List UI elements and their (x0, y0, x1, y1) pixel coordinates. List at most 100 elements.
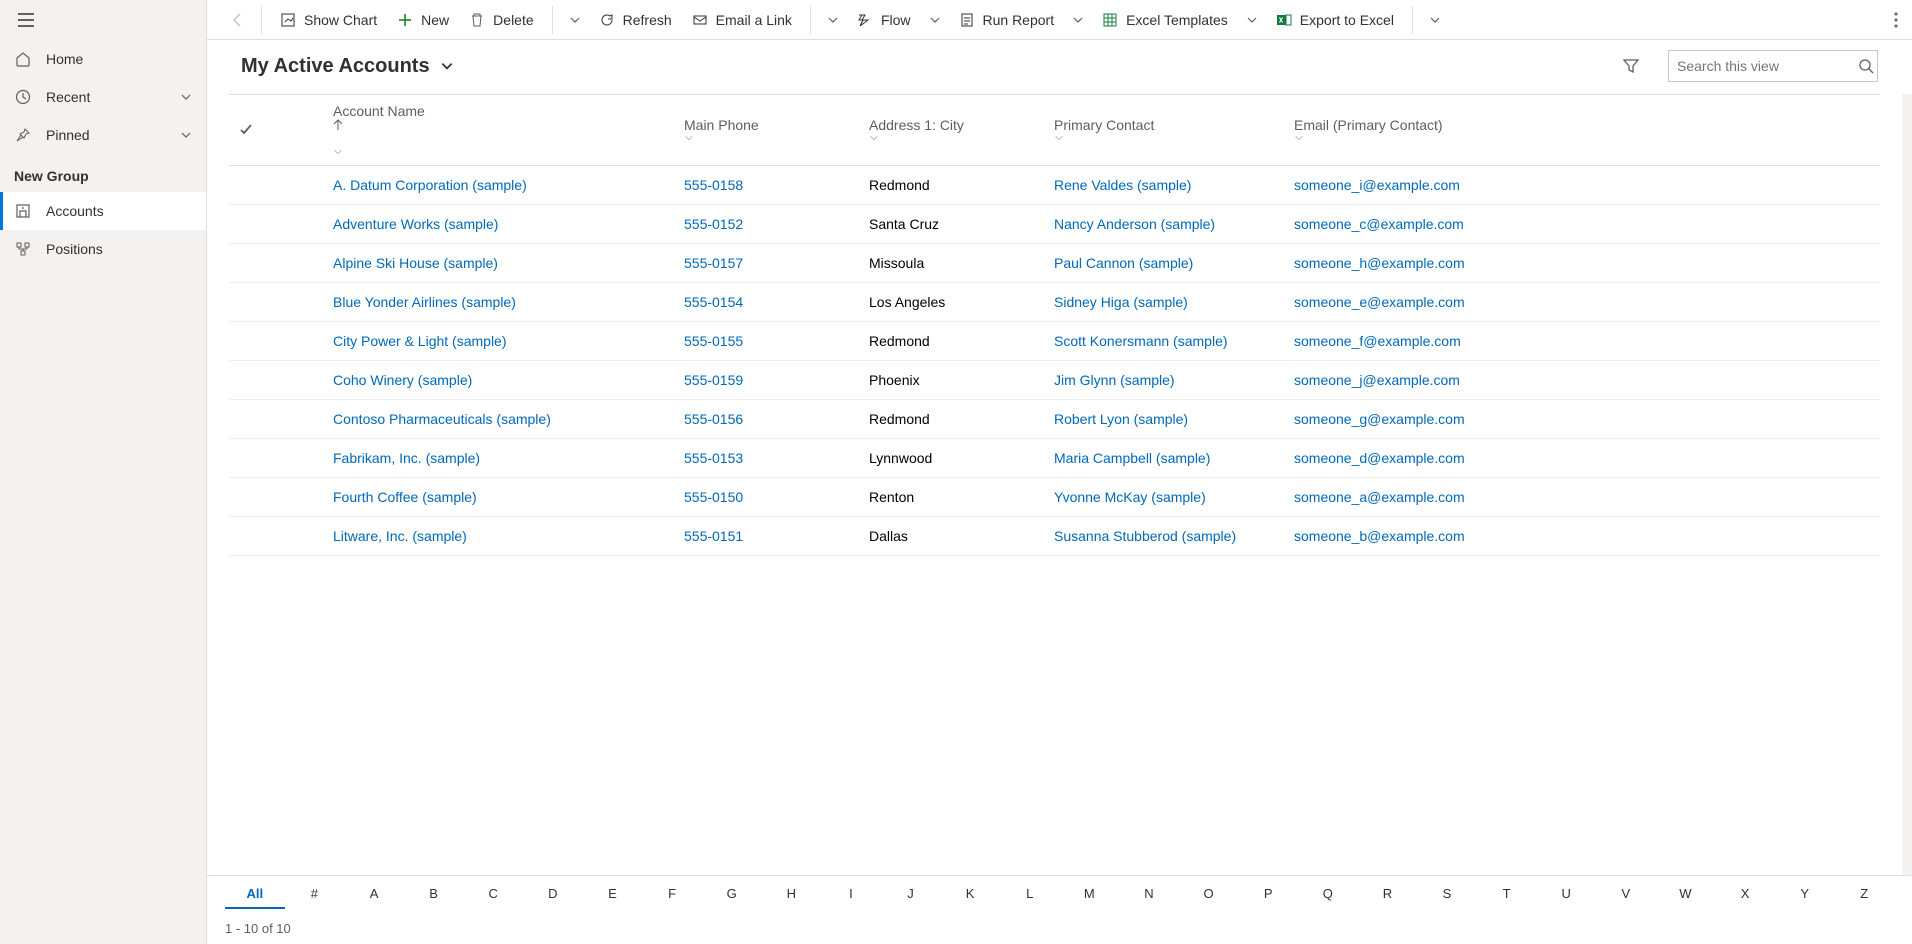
column-header-primary-contact[interactable]: Primary Contact (1044, 95, 1284, 166)
sidebar-item-positions[interactable]: Positions (0, 230, 206, 268)
alpha-filter-l[interactable]: L (1000, 880, 1060, 909)
table-row[interactable]: City Power & Light (sample)555-0155Redmo… (229, 322, 1880, 361)
account-name-link[interactable]: Fourth Coffee (sample) (333, 489, 477, 505)
sidebar-item-pinned[interactable]: Pinned (0, 116, 206, 154)
contact-link[interactable]: Sidney Higa (sample) (1054, 294, 1188, 310)
phone-link[interactable]: 555-0150 (684, 489, 743, 505)
alpha-filter-all[interactable]: All (225, 880, 285, 909)
contact-link[interactable]: Robert Lyon (sample) (1054, 411, 1188, 427)
account-name-link[interactable]: Litware, Inc. (sample) (333, 528, 467, 544)
contact-link[interactable]: Nancy Anderson (sample) (1054, 216, 1215, 232)
delete-dropdown[interactable] (561, 14, 589, 26)
show-chart-button[interactable]: Show Chart (270, 0, 387, 40)
hamburger-menu-button[interactable] (6, 0, 46, 40)
phone-link[interactable]: 555-0157 (684, 255, 743, 271)
run-report-button[interactable]: Run Report (949, 0, 1065, 40)
row-selector[interactable] (229, 283, 279, 322)
alpha-filter-t[interactable]: T (1477, 880, 1537, 909)
table-row[interactable]: Alpine Ski House (sample)555-0157Missoul… (229, 244, 1880, 283)
row-selector[interactable] (229, 205, 279, 244)
alpha-filter-a[interactable]: A (344, 880, 404, 909)
alpha-filter-s[interactable]: S (1417, 880, 1477, 909)
row-selector[interactable] (229, 400, 279, 439)
contact-link[interactable]: Rene Valdes (sample) (1054, 177, 1191, 193)
alpha-filter-z[interactable]: Z (1834, 880, 1894, 909)
table-row[interactable]: Fourth Coffee (sample)555-0150RentonYvon… (229, 478, 1880, 517)
column-header-email[interactable]: Email (Primary Contact) (1284, 95, 1880, 166)
alpha-filter-e[interactable]: E (583, 880, 643, 909)
alpha-filter-p[interactable]: P (1238, 880, 1298, 909)
alpha-filter-q[interactable]: Q (1298, 880, 1358, 909)
new-button[interactable]: New (387, 0, 459, 40)
alpha-filter-#[interactable]: # (285, 880, 345, 909)
alpha-filter-d[interactable]: D (523, 880, 583, 909)
alpha-filter-c[interactable]: C (463, 880, 523, 909)
email-link[interactable]: someone_h@example.com (1294, 255, 1465, 271)
search-box[interactable] (1668, 50, 1878, 82)
alpha-filter-f[interactable]: F (642, 880, 702, 909)
email-link[interactable]: someone_b@example.com (1294, 528, 1465, 544)
row-selector[interactable] (229, 478, 279, 517)
account-name-link[interactable]: Blue Yonder Airlines (sample) (333, 294, 516, 310)
search-input[interactable] (1677, 58, 1858, 74)
email-link-dropdown[interactable] (819, 14, 847, 26)
back-button[interactable] (223, 12, 253, 28)
filter-button[interactable] (1622, 57, 1640, 75)
alpha-filter-x[interactable]: X (1715, 880, 1775, 909)
table-row[interactable]: Fabrikam, Inc. (sample)555-0153LynnwoodM… (229, 439, 1880, 478)
contact-link[interactable]: Yvonne McKay (sample) (1054, 489, 1206, 505)
alpha-filter-b[interactable]: B (404, 880, 464, 909)
contact-link[interactable]: Paul Cannon (sample) (1054, 255, 1193, 271)
email-link[interactable]: someone_g@example.com (1294, 411, 1465, 427)
row-selector[interactable] (229, 517, 279, 556)
phone-link[interactable]: 555-0159 (684, 372, 743, 388)
email-link[interactable]: someone_e@example.com (1294, 294, 1465, 310)
contact-link[interactable]: Scott Konersmann (sample) (1054, 333, 1228, 349)
email-link[interactable]: someone_d@example.com (1294, 450, 1465, 466)
alpha-filter-v[interactable]: V (1596, 880, 1656, 909)
account-name-link[interactable]: Alpine Ski House (sample) (333, 255, 498, 271)
phone-link[interactable]: 555-0156 (684, 411, 743, 427)
alpha-filter-k[interactable]: K (940, 880, 1000, 909)
export-excel-dropdown[interactable] (1421, 14, 1449, 26)
sidebar-item-home[interactable]: Home (0, 40, 206, 78)
delete-button[interactable]: Delete (459, 0, 543, 40)
account-name-link[interactable]: Contoso Pharmaceuticals (sample) (333, 411, 551, 427)
flow-button[interactable]: Flow (847, 0, 921, 40)
alpha-filter-w[interactable]: W (1656, 880, 1716, 909)
table-row[interactable]: Contoso Pharmaceuticals (sample) 555-0156… (229, 400, 1880, 439)
email-link-button[interactable]: Email a Link (682, 0, 802, 40)
account-name-link[interactable]: City Power & Light (sample) (333, 333, 507, 349)
overflow-menu-button[interactable] (1880, 12, 1912, 28)
alpha-filter-n[interactable]: N (1119, 880, 1179, 909)
alpha-filter-h[interactable]: H (761, 880, 821, 909)
email-link[interactable]: someone_f@example.com (1294, 333, 1461, 349)
contact-link[interactable]: Susanna Stubberod (sample) (1054, 528, 1236, 544)
table-row[interactable]: Coho Winery (sample)555-0159PhoenixJim G… (229, 361, 1880, 400)
contact-link[interactable]: Jim Glynn (sample) (1054, 372, 1175, 388)
row-selector[interactable] (229, 361, 279, 400)
phone-link[interactable]: 555-0158 (684, 177, 743, 193)
run-report-dropdown[interactable] (1064, 14, 1092, 26)
row-selector[interactable] (229, 439, 279, 478)
account-name-link[interactable]: Fabrikam, Inc. (sample) (333, 450, 480, 466)
contact-link[interactable]: Maria Campbell (sample) (1054, 450, 1210, 466)
export-excel-button[interactable]: Export to Excel (1266, 0, 1404, 40)
account-name-link[interactable]: A. Datum Corporation (sample) (333, 177, 527, 193)
table-row[interactable]: Adventure Works (sample)555-0152Santa Cr… (229, 205, 1880, 244)
row-selector[interactable] (229, 166, 279, 205)
phone-link[interactable]: 555-0152 (684, 216, 743, 232)
row-selector[interactable] (229, 322, 279, 361)
alpha-filter-g[interactable]: G (702, 880, 762, 909)
view-selector[interactable]: My Active Accounts (241, 55, 454, 78)
alpha-filter-m[interactable]: M (1060, 880, 1120, 909)
alpha-filter-u[interactable]: U (1536, 880, 1596, 909)
flow-dropdown[interactable] (921, 14, 949, 26)
table-row[interactable]: A. Datum Corporation (sample)555-0158Red… (229, 166, 1880, 205)
refresh-button[interactable]: Refresh (589, 0, 682, 40)
email-link[interactable]: someone_j@example.com (1294, 372, 1460, 388)
alpha-filter-j[interactable]: J (881, 880, 941, 909)
email-link[interactable]: someone_c@example.com (1294, 216, 1464, 232)
alpha-filter-r[interactable]: R (1358, 880, 1418, 909)
column-header-main-phone[interactable]: Main Phone (674, 95, 859, 166)
